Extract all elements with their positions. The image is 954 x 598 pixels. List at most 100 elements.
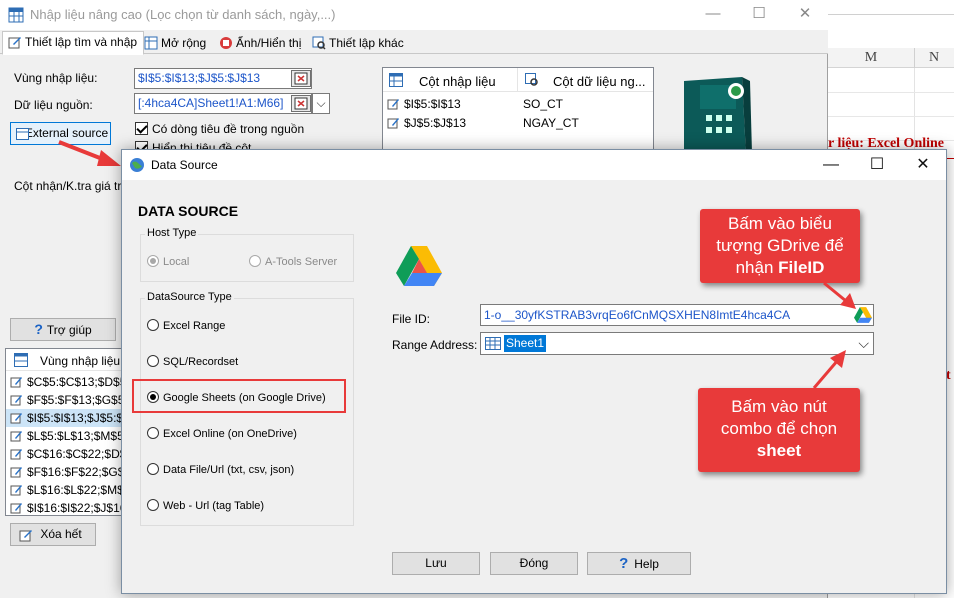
edit-icon — [10, 377, 22, 388]
eraser-icon — [19, 530, 32, 542]
list-item[interactable]: $F$5:$F$13;$G$5: — [10, 391, 128, 409]
product-box-icon — [684, 77, 752, 157]
tab-label: Thiết lập khác — [329, 36, 404, 50]
host-server-label: A-Tools Server — [265, 256, 338, 268]
list-item[interactable]: $F$16:$F$22;$G$1 — [10, 463, 131, 481]
callout-arrow-icon — [812, 350, 846, 389]
close-button[interactable]: ✕ — [782, 0, 828, 30]
clear-all-button[interactable]: Xóa hết — [10, 523, 96, 546]
product-box-image — [680, 75, 752, 157]
source-data-field[interactable]: [:4hca4CA]Sheet1!A1:M66] — [134, 93, 312, 114]
list-item[interactable]: $L$5:$L$13;$M$5: — [10, 427, 127, 445]
dialog-minimize-button[interactable]: — — [808, 150, 854, 180]
list-item[interactable]: $C$16:$C$22;$D$1 — [10, 445, 133, 463]
host-local-label: Local — [163, 256, 190, 268]
tab-label: Mở rộng — [161, 36, 207, 50]
dialog-close-button[interactable]: ✕ — [900, 150, 946, 180]
ds-web-url-radio[interactable]: Web - Url (tag Table) — [147, 499, 264, 512]
table-icon — [14, 353, 28, 367]
table-row[interactable]: $J$5:$J$13 NGAY_CT — [387, 114, 647, 132]
list-item-text: $I$16:$I$22;$J$16 — [27, 501, 127, 515]
dialog-help-label: Help — [634, 557, 659, 571]
table-row[interactable]: $I$5:$I$13 SO_CT — [387, 95, 647, 113]
list-item-text: $C$16:$C$22;$D$1 — [27, 447, 134, 461]
chevron-down-icon[interactable]: ⌵ — [858, 333, 869, 354]
tab-other-settings[interactable]: Thiết lập khác — [306, 32, 411, 54]
dialog-maximize-button[interactable]: ☐ — [854, 150, 900, 180]
excel-col-n[interactable]: N — [914, 48, 954, 68]
mapping-grid: Cột nhập liệu Cột dữ liệu ng... $I$5:$I$… — [382, 67, 654, 157]
list-item-text: $L$16:$L$22;$M$1 — [27, 483, 131, 497]
list-item-text: $C$5:$C$13;$D$5 — [27, 375, 127, 389]
list-item[interactable]: $C$5:$C$13;$D$5 — [10, 373, 126, 391]
file-id-input[interactable]: 1-o__30yfKSTRAB3vrqEo6fCnMQSXHEN8ImtE4hc… — [480, 304, 874, 326]
tab-label: Ẩnh/Hiển thị — [236, 36, 302, 50]
tab-extend[interactable]: Mở rộng — [138, 32, 213, 54]
table-icon — [389, 73, 403, 87]
range-list-header[interactable]: Vùng nhập liệu [8 — [6, 349, 133, 371]
table-icon — [16, 128, 29, 140]
edit-icon — [10, 431, 22, 442]
close-dialog-button[interactable]: Đóng — [490, 552, 578, 575]
search-grid-icon — [312, 36, 326, 50]
edit-icon — [387, 99, 399, 110]
callout-line: sheet — [756, 441, 802, 460]
callout-arrow-icon — [823, 281, 856, 309]
edit-icon — [10, 485, 22, 496]
range-picker-button[interactable] — [291, 70, 311, 87]
column-header-source[interactable]: Cột dữ liệu ng... — [553, 74, 646, 89]
edit-icon — [10, 395, 22, 406]
search-grid-icon — [525, 73, 538, 86]
dialog-help-button[interactable]: ? Help — [587, 552, 691, 575]
callout-line: Bấm vào nút — [731, 397, 827, 416]
tab-show-hide[interactable]: Ẩnh/Hiển thị — [213, 32, 308, 54]
row-input-range: $I$5:$I$13 — [404, 97, 461, 111]
list-item-selected[interactable]: $I$5:$I$13;$J$5:$ — [6, 409, 124, 427]
ds-data-file-radio[interactable]: Data File/Url (txt, csv, json) — [147, 463, 294, 476]
ds-type-label: SQL/Recordset — [163, 356, 239, 368]
minimize-button[interactable]: — — [690, 0, 736, 30]
maximize-button[interactable]: ☐ — [736, 0, 782, 30]
callout-line: nhận FileID — [735, 258, 825, 277]
list-item-text: $F$16:$F$22;$G$1 — [27, 465, 132, 479]
list-item-text: $I$5:$I$13;$J$5:$ — [27, 411, 124, 425]
ds-sql-radio[interactable]: SQL/Recordset — [147, 355, 238, 368]
help-button[interactable]: ? Trợ giúp — [10, 318, 116, 341]
row-source-column: SO_CT — [523, 97, 564, 111]
datasource-type-label: DataSource Type — [145, 291, 234, 303]
grid-icon — [144, 36, 158, 50]
tab-search-input-settings[interactable]: Thiết lập tìm và nhập — [2, 31, 145, 55]
save-button[interactable]: Lưu — [392, 552, 480, 575]
combo-callout: Bấm vào nút combo để chọn sheet — [698, 388, 860, 472]
list-item[interactable]: $L$16:$L$22;$M$1 — [10, 481, 130, 499]
globe-icon — [130, 158, 144, 172]
ds-excel-online-radio[interactable]: Excel Online (on OneDrive) — [147, 427, 297, 440]
ds-excel-range-radio[interactable]: Excel Range — [147, 319, 225, 332]
edit-icon — [10, 467, 22, 478]
edit-icon — [10, 503, 22, 514]
host-local-radio[interactable]: Local — [147, 255, 189, 268]
column-header-input[interactable]: Cột nhập liệu — [419, 74, 496, 89]
range-address-label: Range Address: — [392, 338, 478, 352]
callout-line: tượng GDrive để — [716, 236, 844, 255]
edit-icon — [10, 449, 22, 460]
column-check-label: Cột nhận/K.tra giá trị: — [14, 179, 128, 193]
source-dropdown-button[interactable]: ⌵ — [312, 93, 330, 114]
list-item[interactable]: $I$16:$I$22;$J$16 — [10, 499, 126, 517]
host-server-radio[interactable]: A-Tools Server — [249, 255, 337, 268]
header-row-checkbox[interactable] — [135, 122, 148, 135]
pointer-arrow-icon — [58, 140, 121, 166]
source-picker-button[interactable] — [291, 95, 311, 112]
google-sheets-highlight — [132, 379, 346, 413]
ds-type-label: Data File/Url (txt, csv, json) — [163, 464, 295, 476]
range-select-icon — [294, 72, 308, 85]
source-data-label: Dữ liệu nguồn: — [14, 98, 93, 112]
record-icon — [220, 37, 232, 49]
edit-icon — [8, 37, 21, 49]
ds-type-label: Web - Url (tag Table) — [163, 500, 265, 512]
excel-col-m[interactable]: M — [828, 48, 914, 68]
google-drive-logo-icon — [396, 246, 442, 286]
row-input-range: $J$5:$J$13 — [404, 116, 467, 130]
input-range-field[interactable]: $I$5:$I$13;$J$5:$J$13 — [134, 68, 312, 89]
tab-label: Thiết lập tìm và nhập — [25, 35, 138, 49]
